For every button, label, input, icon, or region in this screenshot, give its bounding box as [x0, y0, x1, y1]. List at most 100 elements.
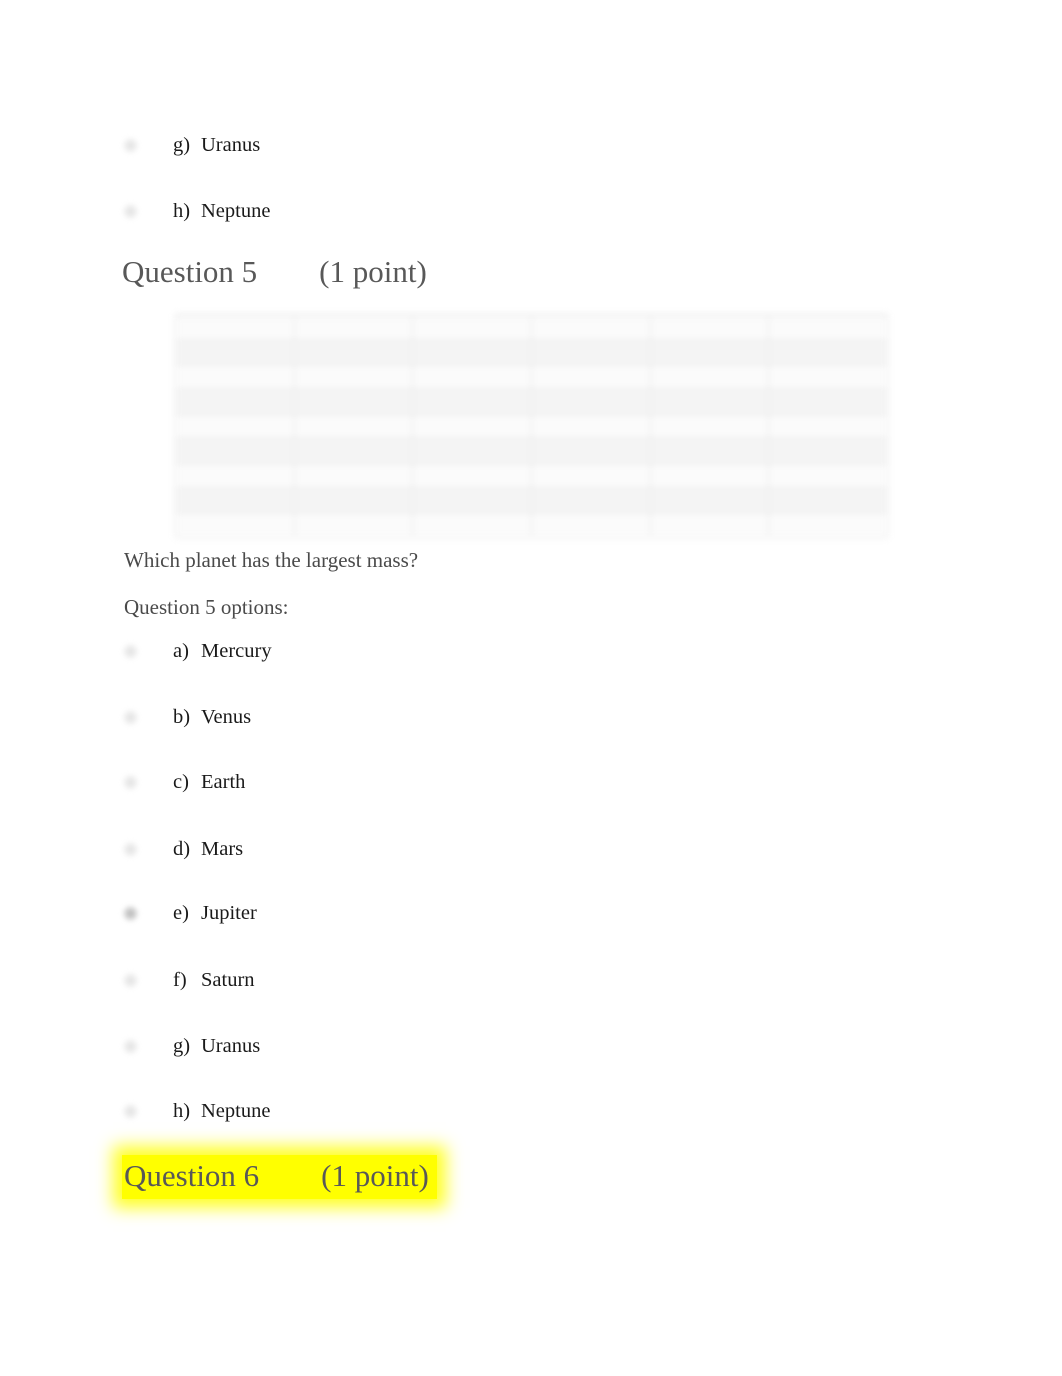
table-cell [175, 512, 295, 538]
option-label: Neptune [201, 200, 271, 222]
table-cell [768, 315, 888, 341]
table-cell [530, 388, 651, 415]
table-cell [293, 388, 414, 415]
option-label: Mercury [201, 640, 272, 662]
table-cell [530, 339, 651, 366]
list-item[interactable]: h) Neptune [122, 1099, 270, 1139]
table-cell [768, 413, 888, 440]
radio-button-icon[interactable] [122, 203, 139, 220]
table-cell [649, 438, 770, 464]
question-6-heading: Question 6 (1 point) [122, 1155, 437, 1199]
table-row [175, 364, 888, 390]
option-label: Jupiter [201, 902, 257, 924]
table-cell [175, 339, 295, 366]
table-cell [649, 462, 770, 489]
radio-button-icon[interactable] [122, 841, 139, 858]
option-label: Uranus [201, 134, 261, 156]
table-cell [649, 413, 770, 440]
planetary-data-table [175, 314, 888, 538]
table-cell [293, 339, 414, 366]
table-row [175, 512, 888, 538]
table-cell [293, 487, 414, 514]
table-cell [530, 364, 651, 390]
list-item[interactable]: d) Mars [122, 837, 243, 877]
table-cell [530, 512, 651, 538]
option-label: Uranus [201, 1035, 261, 1057]
list-item[interactable]: a) Mercury [122, 639, 272, 679]
table-cell [768, 364, 888, 390]
option-letter: f) [173, 969, 187, 991]
option-letter: c) [173, 771, 189, 793]
table-cell [293, 364, 414, 390]
list-item[interactable]: g) Uranus [122, 1034, 260, 1074]
table-cell [649, 339, 770, 366]
option-label: Earth [201, 771, 246, 793]
table-cell [412, 487, 532, 514]
option-letter: d) [173, 838, 191, 860]
option-letter: g) [173, 1035, 191, 1057]
option-letter: h) [173, 200, 191, 222]
table-cell [175, 364, 295, 390]
list-item[interactable]: g) Uranus [122, 133, 260, 173]
option-label: Venus [201, 706, 252, 728]
radio-button-icon[interactable] [122, 905, 139, 922]
table-cell [768, 339, 888, 366]
list-item[interactable]: h) Neptune [122, 199, 270, 239]
table-body [175, 315, 888, 538]
table-cell [768, 388, 888, 415]
table-row [175, 462, 888, 489]
table-cell [293, 413, 414, 440]
option-letter: b) [173, 706, 191, 728]
table-row [175, 339, 888, 366]
option-letter: e) [173, 902, 189, 924]
radio-button-icon[interactable] [122, 137, 139, 154]
table-cell [768, 487, 888, 514]
option-label: Mars [201, 838, 244, 860]
option-letter: a) [173, 640, 189, 662]
radio-button-icon[interactable] [122, 1103, 139, 1120]
table-cell [768, 438, 888, 464]
question-5-options-label: Question 5 options: [124, 595, 289, 619]
table-cell [768, 512, 888, 538]
table-cell [649, 315, 770, 341]
table-cell [649, 364, 770, 390]
radio-button-icon[interactable] [122, 774, 139, 791]
table-row [175, 487, 888, 514]
table-cell [649, 388, 770, 415]
table-cell [175, 438, 295, 464]
table-cell [530, 438, 651, 464]
question-5-heading: Question 5 (1 point) [122, 254, 427, 289]
radio-button-icon[interactable] [122, 709, 139, 726]
table-cell [293, 512, 414, 538]
table-cell [175, 413, 295, 440]
table-cell [530, 487, 651, 514]
table-cell [293, 315, 414, 341]
list-item[interactable]: e) Jupiter [122, 901, 257, 941]
table-cell [768, 462, 888, 489]
option-label: Neptune [201, 1100, 271, 1122]
table-cell [293, 462, 414, 489]
table-row [175, 438, 888, 464]
radio-button-icon[interactable] [122, 1038, 139, 1055]
list-item[interactable]: b) Venus [122, 705, 251, 745]
table-cell [175, 388, 295, 415]
table-row [175, 413, 888, 440]
table-cell [412, 462, 532, 489]
table-cell [412, 315, 532, 341]
list-item[interactable]: f) Saturn [122, 968, 255, 1008]
table-cell [175, 462, 295, 489]
radio-button-icon[interactable] [122, 972, 139, 989]
table-cell [412, 388, 532, 415]
option-label: Saturn [201, 969, 255, 991]
table-cell [175, 487, 295, 514]
table-cell [649, 487, 770, 514]
radio-button-icon[interactable] [122, 643, 139, 660]
table-row [175, 315, 888, 341]
list-item[interactable]: c) Earth [122, 770, 245, 810]
table-cell [412, 512, 532, 538]
document-page: g) Uranus h) Neptune Question 5 (1 point… [0, 0, 1062, 1376]
table-cell [530, 315, 651, 341]
table-cell [175, 315, 295, 341]
table-cell [649, 512, 770, 538]
table-cell [412, 438, 532, 464]
